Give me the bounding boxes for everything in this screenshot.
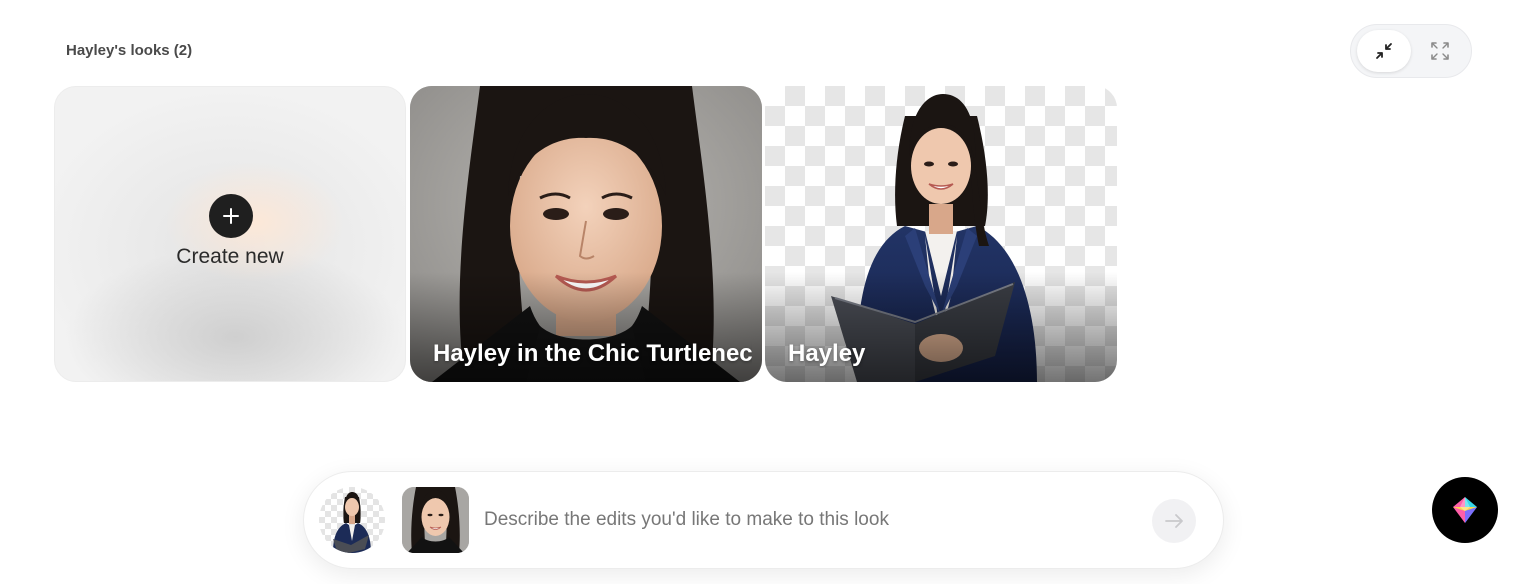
look-label-hayley: Hayley bbox=[788, 340, 866, 367]
send-button[interactable] bbox=[1152, 499, 1196, 543]
reference-thumbnail-turtleneck[interactable] bbox=[402, 487, 469, 553]
assistant-button[interactable] bbox=[1432, 477, 1498, 543]
look-card-blazer[interactable]: Hayley bbox=[765, 86, 1117, 382]
expand-icon bbox=[1431, 42, 1449, 60]
look-card-turtleneck[interactable]: Hayley in the Chic Turtleneck bbox=[410, 86, 762, 382]
plus-button[interactable] bbox=[209, 194, 253, 238]
create-new-card[interactable]: Create new bbox=[54, 86, 406, 382]
section-title: Hayley's looks (2) bbox=[66, 42, 193, 59]
look-label-turtleneck: Hayley in the Chic Turtleneck bbox=[433, 340, 752, 367]
expand-view-button[interactable] bbox=[1413, 30, 1467, 72]
edit-prompt-bar bbox=[303, 471, 1224, 569]
edit-prompt-input[interactable] bbox=[484, 506, 1144, 534]
colorful-diamond-logo-icon bbox=[1453, 497, 1477, 523]
view-toggle bbox=[1350, 24, 1472, 78]
collapse-view-button[interactable] bbox=[1357, 30, 1411, 72]
collapse-icon bbox=[1376, 43, 1392, 59]
thumbnail-image-blazer bbox=[333, 492, 371, 553]
create-new-label: Create new bbox=[176, 245, 284, 268]
plus-icon bbox=[223, 208, 239, 224]
reference-thumbnail-blazer[interactable] bbox=[319, 487, 385, 553]
thumbnail-image-turtleneck bbox=[402, 487, 469, 553]
arrow-right-icon bbox=[1165, 514, 1183, 528]
